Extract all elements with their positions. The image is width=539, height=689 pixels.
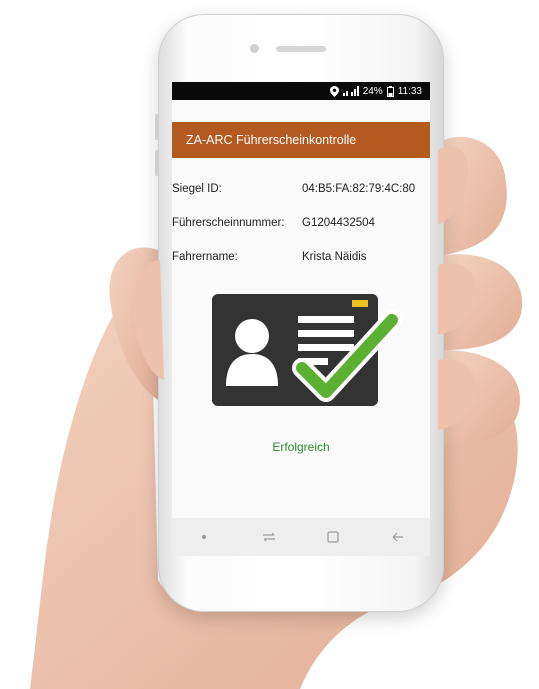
seal-id-label: Siegel ID: [172, 183, 222, 195]
volume-down-button [155, 150, 158, 176]
license-number-value: G1204432504 [302, 217, 375, 229]
battery-percent: 24% [362, 85, 383, 97]
license-number-label: Führerscheinnummer: [172, 217, 285, 229]
field-row-license-number: Führerscheinnummer: G1204432504 [172, 206, 430, 240]
phone-frame: 24% 11:33 ZA-ARC Führerscheinkontrolle S… [155, 14, 444, 612]
verification-graphic [172, 288, 430, 424]
nav-dot-icon[interactable] [189, 522, 219, 552]
recent-apps-icon[interactable] [254, 522, 284, 552]
earpiece-speaker [276, 46, 326, 52]
volume-up-button [155, 114, 158, 140]
seal-id-value: 04:B5:FA:82:79:4C:80 [302, 183, 416, 195]
battery-icon [386, 85, 394, 97]
scene: 24% 11:33 ZA-ARC Führerscheinkontrolle S… [0, 0, 539, 689]
navigation-bar [172, 518, 430, 556]
driver-name-label: Fahrername: [172, 251, 238, 263]
signal-icon [342, 86, 359, 96]
phone-screen: 24% 11:33 ZA-ARC Führerscheinkontrolle S… [172, 82, 430, 556]
location-pin-icon [329, 85, 339, 97]
status-bar: 24% 11:33 [172, 82, 430, 100]
app-bar: ZA-ARC Führerscheinkontrolle [172, 122, 430, 158]
field-row-seal-id: Siegel ID: 04:B5:FA:82:79:4C:80 [172, 172, 430, 206]
content-area: Siegel ID: 04:B5:FA:82:79:4C:80 Führersc… [172, 158, 430, 454]
back-icon[interactable] [383, 522, 413, 552]
field-row-driver-name: Fahrername: Krista Näidis [172, 240, 430, 274]
driver-name-value: Krista Näidis [302, 251, 367, 263]
verification-status: Erfolgreich [272, 440, 330, 454]
front-camera [250, 44, 259, 53]
app-title: ZA-ARC Führerscheinkontrolle [186, 133, 357, 147]
home-icon[interactable] [318, 522, 348, 552]
clock: 11:33 [397, 85, 422, 97]
